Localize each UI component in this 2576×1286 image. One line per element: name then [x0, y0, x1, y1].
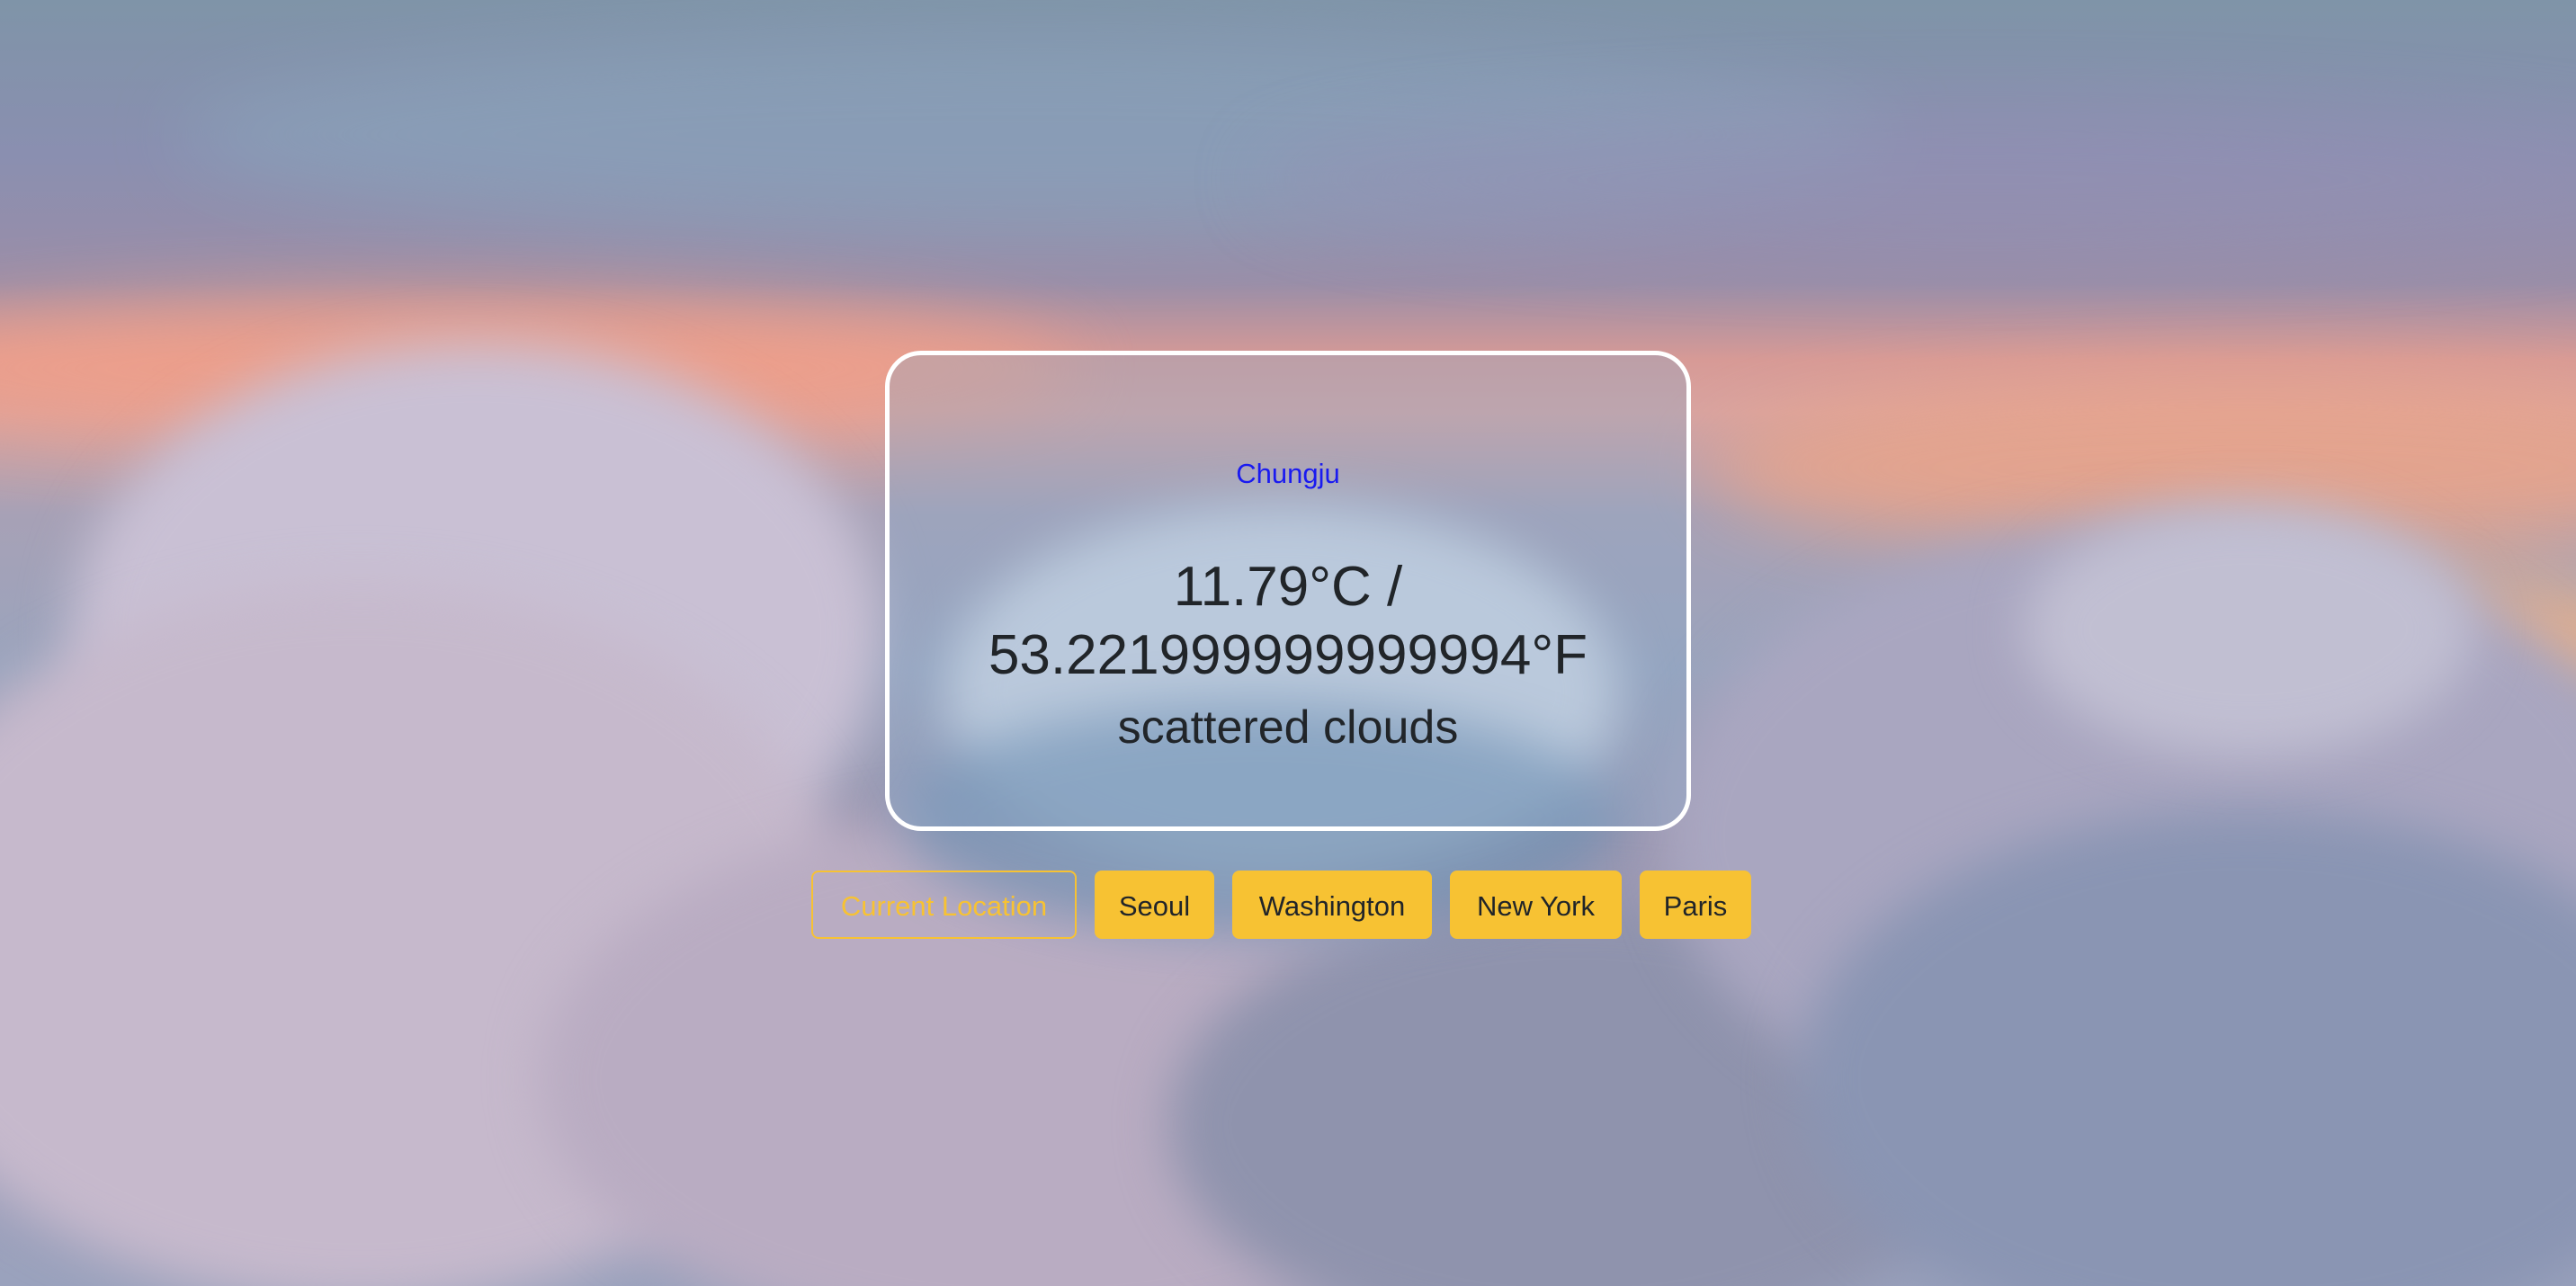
paris-button[interactable]: Paris	[1640, 871, 1751, 939]
seoul-button[interactable]: Seoul	[1095, 871, 1214, 939]
weather-description: scattered clouds	[1117, 701, 1459, 754]
current-location-button[interactable]: Current Location	[811, 871, 1077, 939]
weather-card: Chungju 11.79°C / 53.221999999999994°F s…	[885, 351, 1691, 831]
washington-button[interactable]: Washington	[1232, 871, 1432, 939]
temperature-readout: 11.79°C / 53.221999999999994°F	[988, 556, 1588, 686]
location-button-group: Current Location Seoul Washington New Yo…	[0, 871, 2576, 941]
city-name: Chungju	[1236, 458, 1340, 489]
new-york-button[interactable]: New York	[1450, 871, 1622, 939]
